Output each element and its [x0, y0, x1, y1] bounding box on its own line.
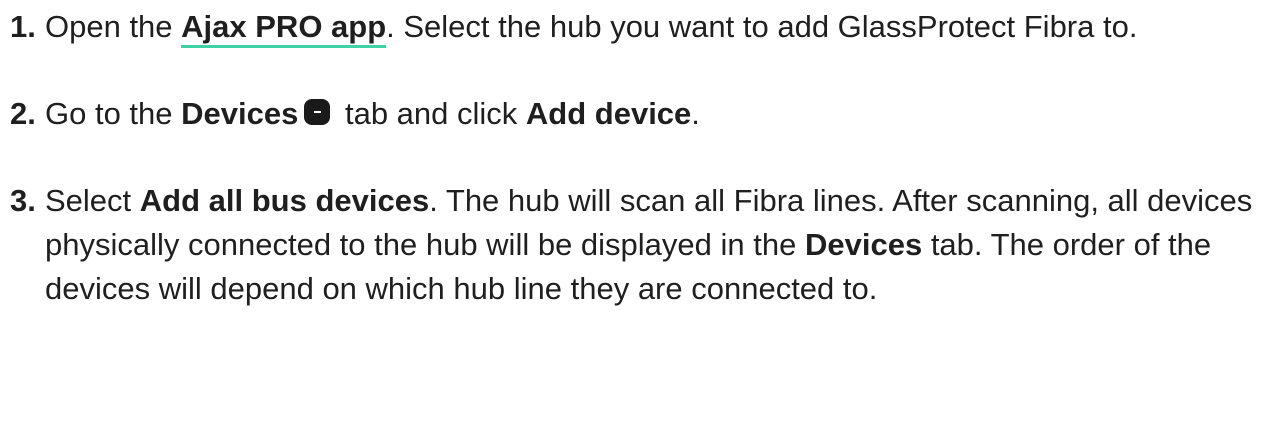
devices-label: Devices [804, 227, 923, 262]
step-text: Open the [45, 9, 182, 44]
instruction-steps: 1. Open the Ajax PRO app. Select the hub… [0, 0, 1267, 311]
step-text: Go to the [45, 96, 182, 131]
step-number: 1. [10, 9, 36, 44]
step-number: 2. [10, 96, 36, 131]
step-text: Select [45, 183, 140, 218]
add-device-label: Add device [525, 96, 692, 131]
step-number: 3. [10, 183, 36, 218]
step-text: . Select the hub you want to add GlassPr… [386, 9, 1138, 44]
add-all-bus-devices-label: Add all bus devices [139, 183, 430, 218]
devices-tab-icon [304, 99, 331, 125]
step-text: tab and click [336, 96, 526, 131]
step-2: 2. Go to the Devices tab and click Add d… [0, 92, 1267, 136]
ajax-pro-app-link[interactable]: Ajax PRO app [181, 9, 387, 48]
step-text: . [691, 96, 700, 131]
devices-label: Devices [181, 96, 299, 131]
step-1: 1. Open the Ajax PRO app. Select the hub… [0, 0, 1267, 49]
step-3: 3. Select Add all bus devices. The hub w… [0, 179, 1267, 311]
